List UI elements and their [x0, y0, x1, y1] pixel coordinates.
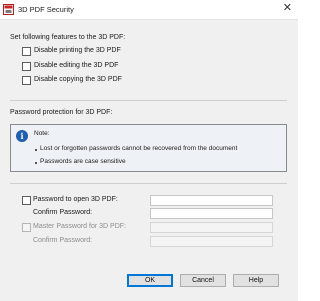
help-button[interactable]: Help	[233, 274, 279, 287]
disable-editing-label[interactable]: Disable editing the 3D PDF	[34, 62, 118, 69]
disable-printing-label[interactable]: Disable printing the 3D PDF	[34, 47, 121, 54]
note-bullet-recovery: Lost or forgotten passwords cannot be re…	[40, 145, 238, 152]
open-password-checkbox[interactable]	[22, 196, 31, 205]
master-confirm-label: Confirm Password:	[33, 237, 93, 244]
info-icon: i	[16, 130, 28, 142]
master-password-label[interactable]: Master Password for 3D PDF:	[33, 223, 126, 230]
cancel-button[interactable]: Cancel	[180, 274, 226, 287]
open-password-field[interactable]	[150, 195, 273, 206]
app-icon	[3, 4, 14, 15]
open-password-label[interactable]: Password to open 3D PDF:	[33, 196, 118, 203]
ok-button[interactable]: OK	[127, 274, 173, 287]
bullet-dot	[35, 149, 37, 151]
section-divider	[10, 183, 287, 184]
disable-copying-label[interactable]: Disable copying the 3D PDF	[34, 76, 122, 83]
master-confirm-field[interactable]	[150, 236, 273, 247]
master-password-field[interactable]	[150, 222, 273, 233]
password-heading: Password protection for 3D PDF:	[10, 109, 113, 116]
bullet-dot	[35, 162, 37, 164]
disable-printing-checkbox[interactable]	[22, 47, 31, 56]
note-title: Note:	[34, 130, 50, 137]
title-bar: 3D PDF Security ✕	[0, 0, 298, 19]
disable-editing-checkbox[interactable]	[22, 62, 31, 71]
window-title: 3D PDF Security	[18, 5, 74, 14]
open-confirm-label: Confirm Password:	[33, 209, 93, 216]
close-icon[interactable]: ✕	[283, 3, 292, 14]
features-heading: Set following features to the 3D PDF:	[10, 34, 126, 41]
section-divider	[10, 100, 287, 101]
master-password-checkbox[interactable]	[22, 223, 31, 232]
note-bullet-case: Passwords are case sensitive	[40, 158, 126, 165]
open-confirm-field[interactable]	[150, 208, 273, 219]
disable-copying-checkbox[interactable]	[22, 76, 31, 85]
